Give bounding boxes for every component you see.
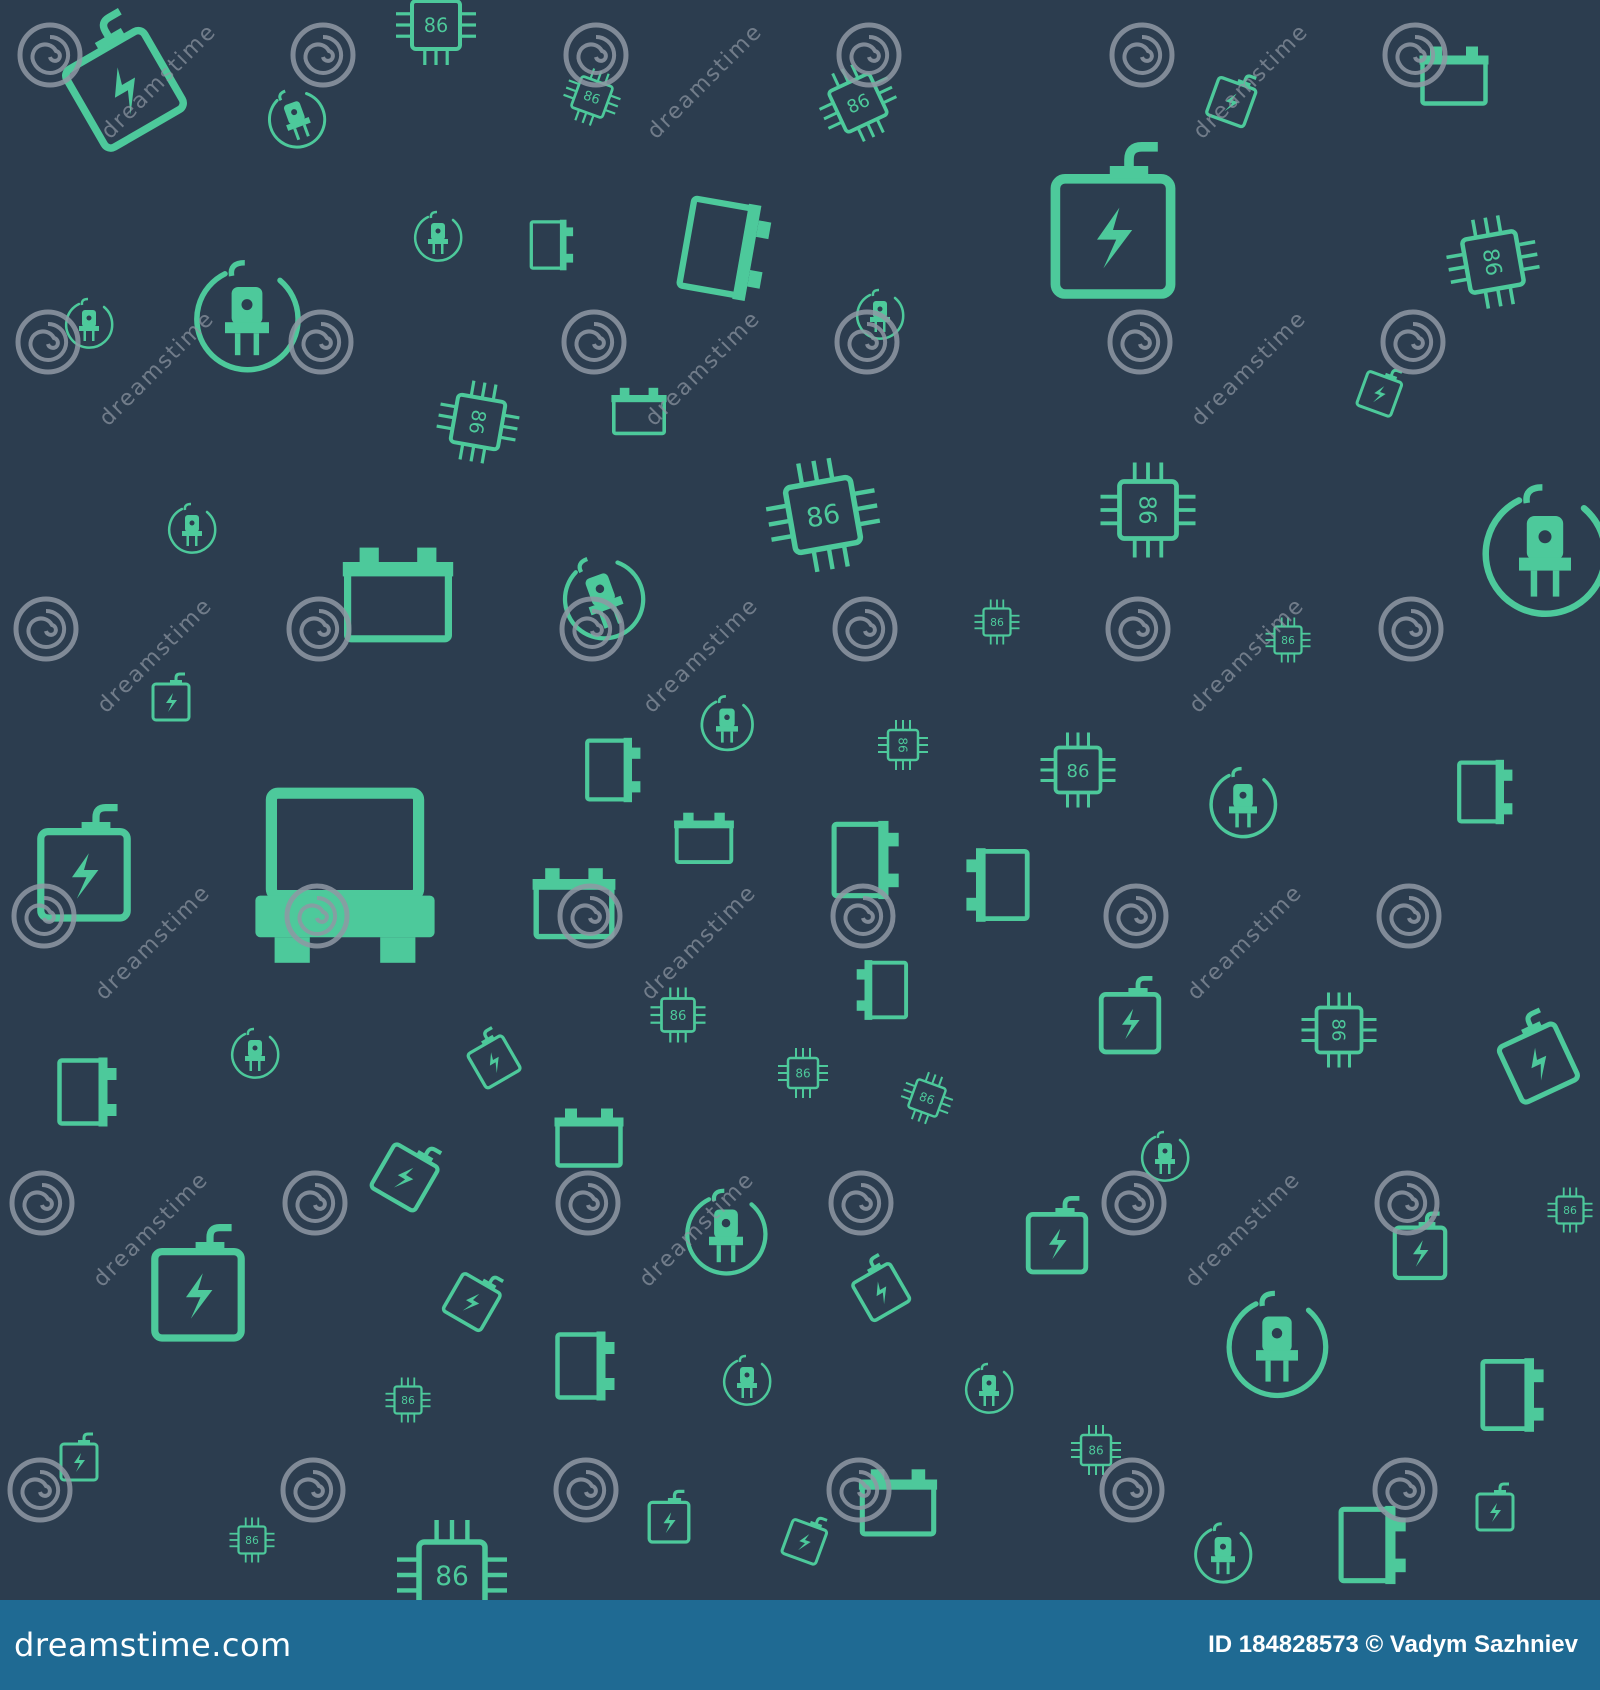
- svg-text:86: 86: [990, 616, 1004, 629]
- svg-text:86: 86: [795, 1067, 810, 1081]
- svg-text:86: 86: [464, 408, 491, 436]
- svg-text:86: 86: [896, 737, 910, 752]
- svg-text:86: 86: [1477, 247, 1506, 278]
- svg-text:86: 86: [1327, 1019, 1348, 1042]
- svg-text:86: 86: [804, 498, 842, 534]
- footer-site-text[interactable]: dreamstime.com: [14, 1626, 292, 1664]
- svg-text:86: 86: [424, 14, 448, 37]
- svg-text:86: 86: [1067, 761, 1090, 782]
- svg-text:86: 86: [1563, 1204, 1577, 1217]
- icon-pattern-background: 8686 86868686 8686868686868686868686868686…: [0, 0, 1600, 1600]
- svg-text:86: 86: [435, 1561, 469, 1592]
- svg-text:86: 86: [401, 1394, 415, 1407]
- svg-text:86: 86: [1133, 495, 1159, 524]
- svg-text:86: 86: [670, 1009, 687, 1024]
- svg-text:86: 86: [1088, 1444, 1103, 1458]
- svg-text:86: 86: [245, 1534, 259, 1547]
- footer-credit-text: ID 184828573 © Vadym Sazhniev: [1208, 1631, 1578, 1658]
- stock-footer-bar: dreamstime.com ID 184828573 © Vadym Sazh…: [0, 1600, 1600, 1690]
- pattern-backdrop: [0, 0, 1600, 1600]
